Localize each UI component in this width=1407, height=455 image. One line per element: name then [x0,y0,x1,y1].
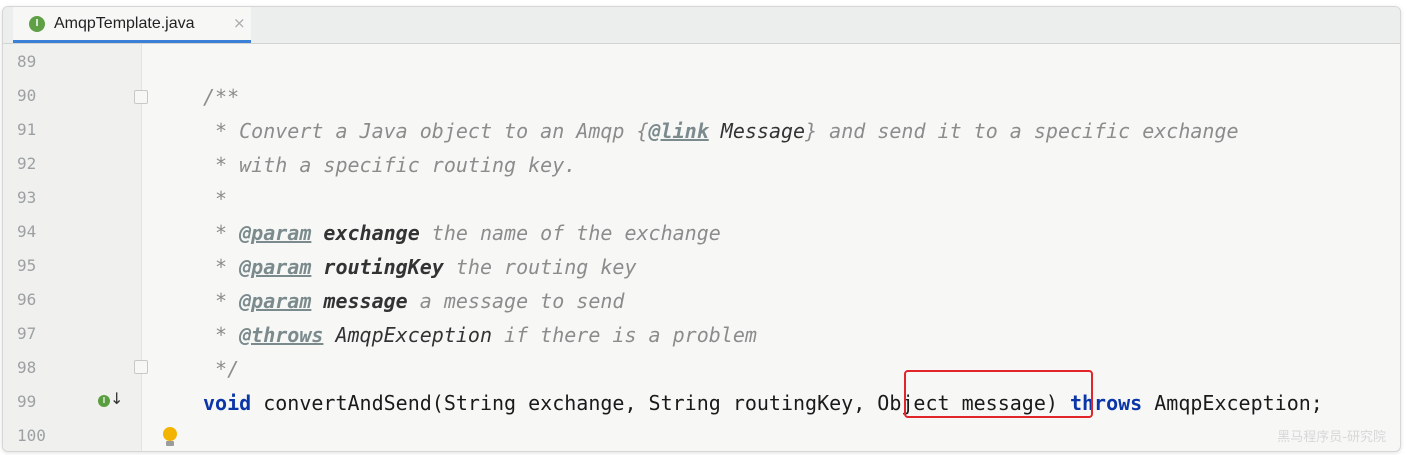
javadoc-segment: * [203,221,240,245]
javadoc-segment: * [203,323,240,347]
code-line: 89 [3,45,1398,79]
javadoc-text: * with a specific routing key. [203,153,577,177]
param-name: message [311,289,408,313]
keyword-void: void [203,391,252,415]
line-number: 98 [17,358,37,377]
line-number: 93 [17,188,37,207]
lightbulb-icon[interactable] [163,427,177,441]
line-number: 100 [17,426,46,445]
code-line: 93 * [3,181,1398,215]
exception-type: AmqpException; [1142,391,1323,415]
line-number: 94 [17,222,37,241]
line-number: 96 [17,290,37,309]
implemented-icon[interactable]: I [98,395,110,407]
javadoc-segment: } and send it to a specific exchange [805,119,1239,143]
line-number: 99 [17,392,37,411]
code-line: 92 * with a specific routing key. [3,147,1398,181]
javadoc-segment: a message to send [407,289,625,313]
javadoc-text: /** [203,85,240,109]
lightbulb-base [166,441,174,446]
code-line: 90 /** [3,79,1398,113]
line-number: 89 [17,52,37,71]
highlight-box-object-message [904,370,1093,418]
watermark: 黑马程序员-研究院 [1277,430,1386,445]
javadoc-segment: the routing key [443,255,637,279]
fold-end-icon[interactable] [134,360,148,374]
javadoc-tag: @link [648,119,709,143]
interface-icon: I [29,16,45,32]
code-line: 91 * Convert a Java object to an Amqp {@… [3,113,1398,147]
fold-toggle-icon[interactable] [134,90,148,104]
javadoc-segment: if there is a problem [492,323,757,347]
javadoc-segment: the name of the exchange [419,221,721,245]
javadoc-segment: * [203,255,240,279]
method-declaration: void convertAndSend(String exchange, Str… [203,391,1323,415]
javadoc-text: * Convert a Java object to an Amqp {@lin… [203,119,1239,143]
javadoc-tag: @param [239,255,312,279]
javadoc-tag: @param [239,221,312,245]
navigate-down-arrow-icon[interactable]: ↓ [110,389,123,408]
line-number: 91 [17,120,37,139]
code-line: 95 * @param routingKey the routing key [3,249,1398,283]
javadoc-text: * @param routingKey the routing key [203,255,636,279]
param-name: exchange [311,221,420,245]
close-icon[interactable]: × [233,14,246,32]
javadoc-segment: * Convert a Java object to an Amqp { [203,119,649,143]
line-number: 95 [17,256,37,275]
line-number: 92 [17,154,37,173]
file-tab-amqptemplate[interactable]: I AmqpTemplate.java × [13,7,251,43]
param-name: routingKey [311,255,444,279]
javadoc-text: * @param message a message to send [203,289,624,313]
javadoc-tag: @param [239,289,312,313]
editor-window: I AmqpTemplate.java × 89 90 /** 91 * Con… [2,6,1401,452]
code-line: 94 * @param exchange the name of the exc… [3,215,1398,249]
javadoc-segment: * [203,289,240,313]
code-line: 98 */ [3,351,1398,385]
editor-tab-bar: I AmqpTemplate.java × [3,7,1400,44]
code-line: 96 * @param message a message to send [3,283,1398,317]
code-line: 97 * @throws AmqpException if there is a… [3,317,1398,351]
exception-name: AmqpException [323,323,492,347]
javadoc-text: * [203,187,228,211]
code-line: 99 I ↓ void convertAndSend(String exchan… [3,385,1398,419]
line-number: 90 [17,86,37,105]
javadoc-link-target: Message [708,119,806,143]
javadoc-tag: @throws [239,323,324,347]
line-number: 97 [17,324,37,343]
javadoc-text: * @param exchange the name of the exchan… [203,221,721,245]
javadoc-text: */ [203,357,240,381]
javadoc-text: * @throws AmqpException if there is a pr… [203,323,757,347]
tab-label: AmqpTemplate.java [54,15,195,32]
code-line: 100 [3,419,1398,451]
